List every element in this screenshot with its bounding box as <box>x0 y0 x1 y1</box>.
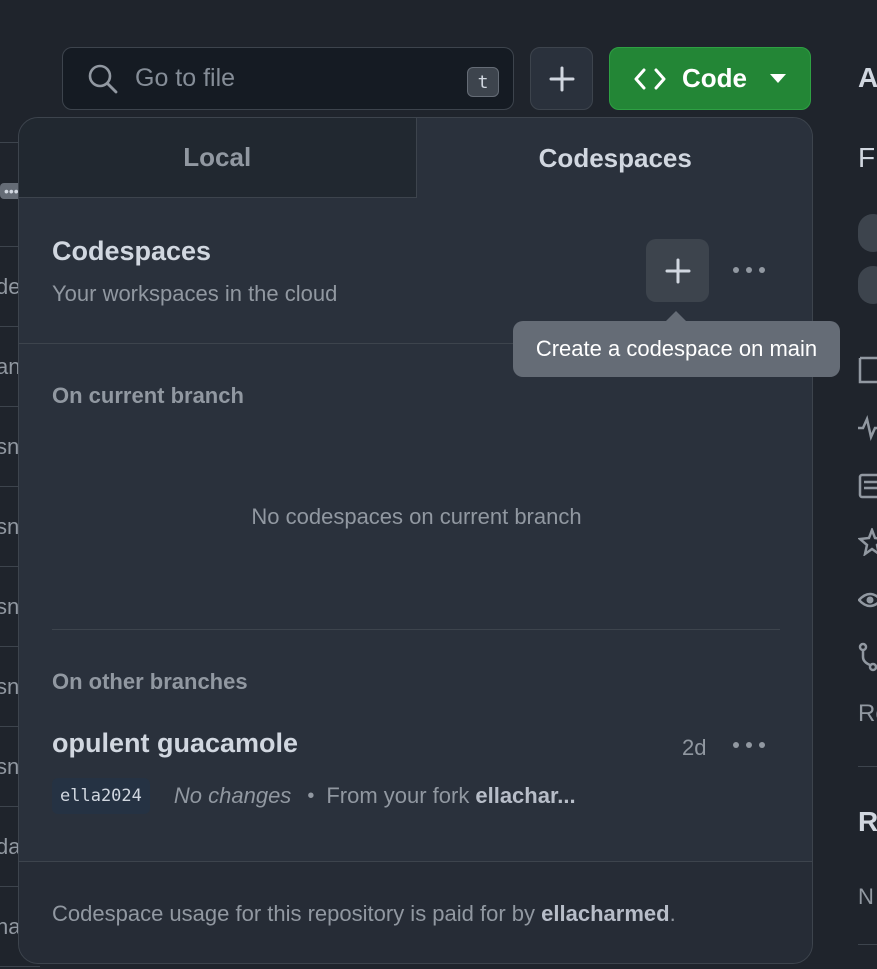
releases-note-fragment: N <box>858 884 874 909</box>
create-codespace-tooltip: Create a codespace on main <box>513 321 840 377</box>
clone-tabs: Local Codespaces <box>19 118 812 198</box>
plus-icon <box>549 66 574 91</box>
file-name-fragment: sn <box>0 513 20 539</box>
plus-icon <box>665 258 690 283</box>
codespaces-subtitle: Your workspaces in the cloud <box>52 281 338 306</box>
report-fragment: Re <box>858 700 877 727</box>
no-codespaces-message: No codespaces on current branch <box>251 504 582 529</box>
footer-suffix: . <box>669 901 676 926</box>
triangle-down-icon <box>770 74 786 83</box>
footer-prefix: Codespace usage for this repository is p… <box>52 901 536 926</box>
sidebar-divider <box>858 944 877 945</box>
law-icon <box>858 473 877 499</box>
kebab-horizontal-icon <box>733 742 765 748</box>
branch-tag: ella2024 <box>52 778 150 814</box>
add-file-button[interactable] <box>530 47 593 110</box>
book-icon <box>858 356 877 384</box>
create-codespace-button[interactable] <box>646 239 709 302</box>
repo-forked-icon <box>858 642 877 672</box>
code-dropdown-panel: Local Codespaces Codespaces Your workspa… <box>18 117 813 964</box>
tab-codespaces[interactable]: Codespaces <box>416 118 812 198</box>
tab-local[interactable]: Local <box>19 118 417 198</box>
tooltip-arrow <box>666 311 686 321</box>
codespace-age: 2d <box>682 735 707 760</box>
topic-tag[interactable] <box>858 266 877 304</box>
keyboard-shortcut-hint: t <box>467 67 499 97</box>
footer-payer: ellacharmed <box>541 901 670 926</box>
code-dropdown-button[interactable]: Code <box>609 47 811 110</box>
file-name-fragment: sn <box>0 753 20 779</box>
current-branch-label: On current branch <box>52 383 244 408</box>
codespace-meta: ella2024 No changes • From your fork ell… <box>52 778 576 814</box>
codespaces-options-button[interactable] <box>729 256 769 284</box>
code-icon <box>634 68 666 89</box>
codespace-name[interactable]: opulent guacamole <box>52 728 298 759</box>
footer-divider <box>19 861 812 862</box>
changes-status: No changes <box>173 783 292 808</box>
code-button-label: Code <box>682 63 747 93</box>
sidebar-divider <box>858 766 877 767</box>
pulse-icon <box>858 415 877 441</box>
meta-separator: • <box>307 784 315 807</box>
file-name-fragment: sn <box>0 433 20 459</box>
star-icon <box>858 528 877 556</box>
other-branches-label: On other branches <box>52 669 248 694</box>
eye-icon <box>858 592 877 608</box>
fork-origin-prefix: From your fork <box>326 783 470 808</box>
search-placeholder: Go to file <box>135 64 236 92</box>
description-fragment: Fr <box>858 142 877 173</box>
kebab-horizontal-icon <box>733 267 765 273</box>
about-sidebar-background: A Fr Re R N <box>858 0 877 969</box>
section-divider <box>52 629 780 630</box>
releases-heading-fragment: R <box>858 806 877 837</box>
about-heading-fragment: A <box>858 62 877 93</box>
file-name-fragment: sn <box>0 673 20 699</box>
codespaces-title: Codespaces <box>52 236 212 266</box>
search-icon <box>88 64 118 93</box>
codespace-options-button[interactable] <box>729 731 769 759</box>
usage-footer-text: Codespace usage for this repository is p… <box>52 901 676 927</box>
topic-tag[interactable] <box>858 214 877 252</box>
file-name-fragment: sn <box>0 593 20 619</box>
fork-origin-name: ellachar... <box>475 783 576 808</box>
go-to-file-search[interactable]: Go to file t <box>62 47 514 110</box>
repository-page: ••• de an sn sn sn sn sn da ha A Fr Re R… <box>0 0 877 969</box>
